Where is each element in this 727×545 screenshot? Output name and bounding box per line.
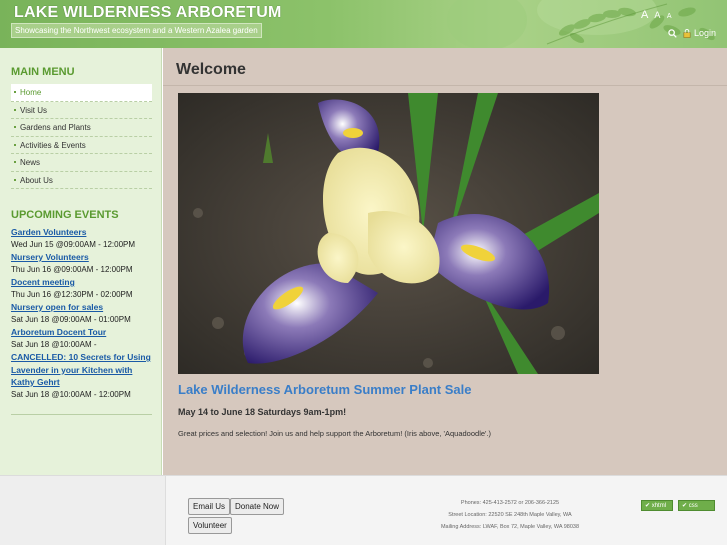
events-divider [11, 414, 152, 415]
login-label: Login [694, 28, 717, 38]
site-tagline: Showcasing the Northwest ecosystem and a… [11, 23, 262, 38]
menu-item-news[interactable]: News [11, 154, 152, 172]
email-us-button[interactable]: Email Us [188, 498, 231, 515]
font-size-controls: A A A [641, 9, 676, 21]
event-link[interactable]: Docent meeting [11, 276, 153, 289]
footer-left-panel [0, 476, 166, 545]
contact-info: Phones: 425-413-2572 or 206-366-2125 Str… [420, 498, 600, 533]
css-valid-badge[interactable]: ✔ css [678, 500, 715, 511]
font-decrease-button[interactable]: A [667, 13, 672, 20]
menu-item-activities-events[interactable]: Activities & Events [11, 137, 152, 154]
event-time: Sat Jun 18 @09:00AM - 01:00PM [11, 314, 131, 324]
event-time: Wed Jun 15 @09:00AM - 12:00PM [11, 239, 136, 249]
event-time: Sat Jun 18 @10:00AM - [11, 339, 97, 349]
volunteer-button[interactable]: Volunteer [188, 517, 232, 534]
main-content: Welcome Lake Wilderness Arboretum Summer… [163, 48, 727, 475]
xhtml-badge-label: xhtml [651, 503, 667, 509]
site-footer: Email Us Donate Now Volunteer Phones: 42… [0, 475, 727, 545]
lock-icon [683, 28, 691, 38]
upcoming-events-list: Garden Volunteers Wed Jun 15 @09:00AM - … [11, 226, 153, 401]
login-link[interactable]: Login [683, 28, 716, 38]
event-link[interactable]: Nursery open for sales [11, 301, 153, 314]
contact-mailing: Mailing Address: LWAF, Box 72, Maple Val… [440, 523, 580, 530]
menu-item-visit-us[interactable]: Visit Us [11, 102, 152, 119]
search-icon[interactable] [668, 28, 677, 38]
xhtml-valid-badge[interactable]: ✔ xhtml [641, 500, 673, 511]
article-body: Great prices and selection! Join us and … [178, 429, 492, 438]
event-link[interactable]: CANCELLED: 10 Secrets for Using Lavender… [11, 351, 153, 389]
event-link[interactable]: Arboretum Docent Tour [11, 326, 153, 339]
page-title: Welcome [176, 61, 246, 78]
main-menu: Home Visit Us Gardens and Plants Activit… [11, 84, 152, 189]
checkmark-icon: ✔ [645, 503, 651, 509]
contact-phones: Phones: 425-413-2572 or 206-366-2125 [460, 500, 560, 506]
article-title[interactable]: Lake Wilderness Arboretum Summer Plant S… [178, 382, 471, 397]
site-header: LAKE WILDERNESS ARBORETUM Showcasing the… [0, 0, 727, 48]
menu-item-home[interactable]: Home [11, 84, 152, 102]
iris-flower-photo [178, 93, 599, 374]
main-menu-heading: MAIN MENU [11, 66, 75, 78]
font-increase-button[interactable]: A [641, 9, 648, 21]
css-badge-label: css [688, 503, 698, 509]
event-time: Thu Jun 16 @12:30PM - 02:00PM [11, 289, 133, 299]
checkmark-icon: ✔ [682, 503, 688, 509]
event-link[interactable]: Nursery Volunteers [11, 251, 153, 264]
upcoming-events-heading: UPCOMING EVENTS [11, 209, 119, 221]
hero-image [178, 93, 599, 374]
event-link[interactable]: Garden Volunteers [11, 226, 153, 239]
font-reset-button[interactable]: A [654, 10, 660, 20]
article-dates: May 14 to June 18 Saturdays 9am-1pm! [178, 407, 347, 417]
event-time: Thu Jun 16 @09:00AM - 12:00PM [11, 264, 133, 274]
event-time: Sat Jun 18 @10:00AM - 12:00PM [11, 389, 131, 399]
sidebar: MAIN MENU Home Visit Us Gardens and Plan… [0, 48, 162, 475]
menu-item-about-us[interactable]: About Us [11, 172, 152, 189]
site-title[interactable]: LAKE WILDERNESS ARBORETUM [14, 4, 282, 22]
title-divider [163, 85, 727, 86]
leaf-banner-decoration [447, 0, 715, 48]
menu-item-gardens-and-plants[interactable]: Gardens and Plants [11, 119, 152, 137]
header-tools: Login [668, 28, 716, 38]
donate-now-button[interactable]: Donate Now [230, 498, 285, 515]
contact-street: Street Location: 22520 SE 248th Maple Va… [448, 511, 572, 518]
